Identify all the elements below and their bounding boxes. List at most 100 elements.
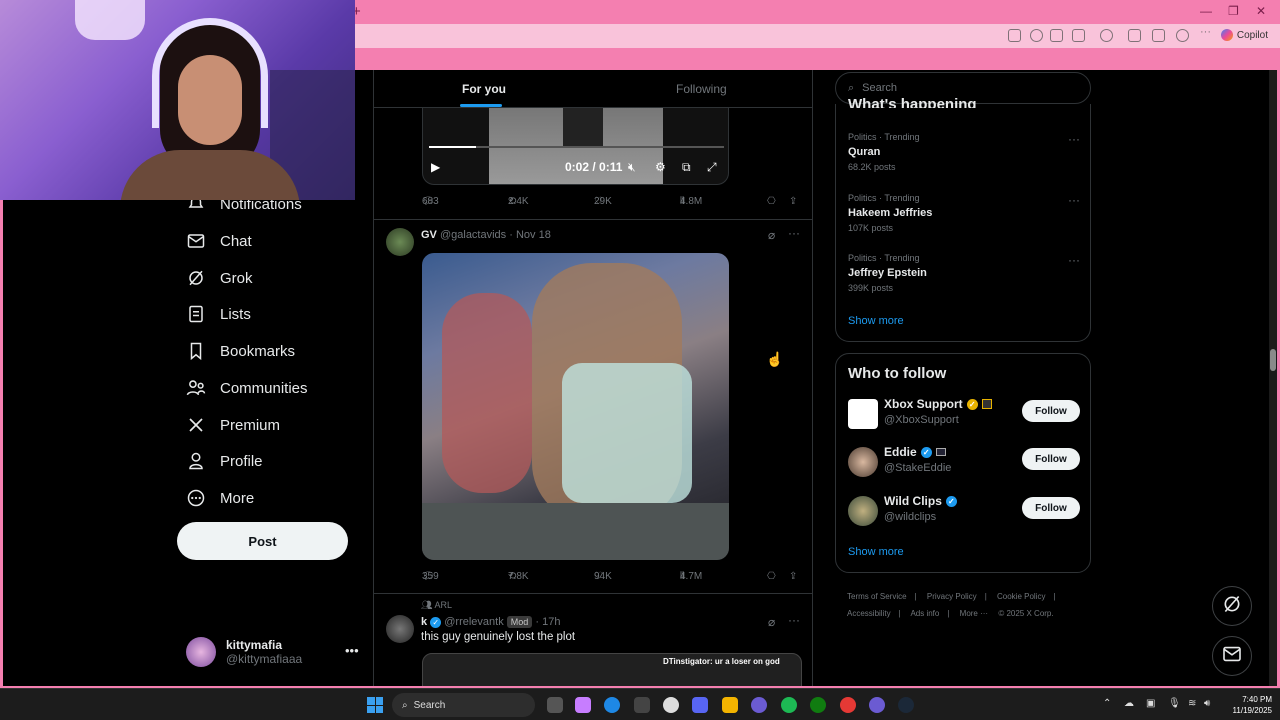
footer-link-more[interactable]: More ··· xyxy=(960,609,988,618)
copilot-button[interactable]: Copilot xyxy=(1220,29,1268,41)
close-window-button[interactable]: ✕ xyxy=(1256,4,1266,18)
tweet-date[interactable]: · Nov 18 xyxy=(509,229,551,241)
more-icon[interactable]: ··· xyxy=(788,226,800,240)
grok-icon[interactable]: ⌀ xyxy=(768,228,775,242)
trend-item[interactable]: Politics · Trending Hakeem Jeffries 107K… xyxy=(848,193,932,233)
share-icon[interactable]: ⇪ xyxy=(789,196,797,207)
favorite-star-icon[interactable] xyxy=(1072,29,1085,42)
video-player[interactable]: ▶ 0:02 / 0:11 🔇︎ ⚙ ⧉ ⤢ xyxy=(422,108,729,185)
tab-following[interactable]: Following xyxy=(676,82,727,96)
author-name[interactable]: k xyxy=(421,616,427,628)
author-handle[interactable]: @rrelevantk xyxy=(444,616,503,628)
app-icon[interactable] xyxy=(869,697,885,713)
nav-lists[interactable]: Lists xyxy=(186,299,251,329)
account-switcher[interactable]: kittymafia @kittymafiaaa xyxy=(186,637,302,667)
read-aloud-icon[interactable] xyxy=(1050,29,1063,42)
xbox-icon[interactable] xyxy=(810,697,826,713)
chevron-up-icon[interactable]: ⌃ xyxy=(1103,698,1111,709)
show-more-link[interactable]: Show more xyxy=(848,315,904,327)
trend-more-icon[interactable]: ··· xyxy=(1068,253,1080,267)
mic-icon[interactable]: 🎙︎ xyxy=(1168,698,1181,709)
trend-more-icon[interactable]: ··· xyxy=(1068,193,1080,207)
messages-fab[interactable] xyxy=(1212,636,1252,676)
show-more-link[interactable]: Show more xyxy=(848,546,904,558)
zoom-icon[interactable] xyxy=(1030,29,1043,42)
grok-fab[interactable] xyxy=(1212,586,1252,626)
account-more-icon[interactable]: ••• xyxy=(345,643,359,658)
app-tray-icon[interactable]: ▣ xyxy=(1146,698,1155,709)
author-handle[interactable]: @galactavids xyxy=(440,229,506,241)
file-explorer-icon[interactable] xyxy=(722,697,738,713)
footer-link-terms[interactable]: Terms of Service xyxy=(847,592,907,601)
footer-separator: | xyxy=(984,592,987,601)
follow-suggestion[interactable]: Xbox Support ✓ @XboxSupport Follow xyxy=(848,397,1082,433)
scrollbar[interactable] xyxy=(1269,70,1277,686)
follow-suggestion[interactable]: Eddie ✓ @StakeEddie Follow xyxy=(848,445,1082,481)
footer-link-privacy[interactable]: Privacy Policy xyxy=(927,592,977,601)
store-icon[interactable] xyxy=(634,697,650,713)
post-button[interactable]: Post xyxy=(177,522,348,560)
spotify-icon[interactable] xyxy=(781,697,797,713)
refresh-icon[interactable] xyxy=(1100,29,1113,42)
footer-link-ads[interactable]: Ads info xyxy=(910,609,939,618)
taskbar-search[interactable]: ⌕ Search xyxy=(392,693,535,717)
bookmark-icon[interactable]: ⎔ xyxy=(767,571,776,582)
steam-icon[interactable] xyxy=(898,697,914,713)
app-icon[interactable] xyxy=(1008,29,1021,42)
trend-item[interactable]: Politics · Trending Jeffrey Epstein 399K… xyxy=(848,253,927,293)
windows-start-icon[interactable] xyxy=(367,697,383,713)
tweet-media[interactable]: DTinstigator: ur a loser on god xyxy=(422,653,802,686)
avatar[interactable] xyxy=(386,228,414,256)
tweet-date[interactable]: · 17h xyxy=(535,616,560,628)
nav-profile[interactable]: Profile xyxy=(186,446,263,476)
follow-button[interactable]: Follow xyxy=(1022,497,1080,519)
trend-item[interactable]: Politics · Trending Quran 68.2K posts xyxy=(848,132,920,172)
nav-bookmarks[interactable]: Bookmarks xyxy=(186,336,295,366)
tweet-media[interactable] xyxy=(422,253,729,560)
extensions-icon[interactable] xyxy=(1128,29,1141,42)
gear-icon[interactable]: ⚙ xyxy=(655,160,666,174)
app-icon[interactable] xyxy=(663,697,679,713)
collections-icon[interactable] xyxy=(1152,29,1165,42)
profile-icon[interactable] xyxy=(1176,29,1189,42)
nav-grok[interactable]: Grok xyxy=(186,263,253,293)
video-progress-bar[interactable] xyxy=(429,146,724,148)
edge-icon[interactable] xyxy=(604,697,620,713)
follow-suggestion[interactable]: Wild Clips ✓ @wildclips Follow xyxy=(848,494,1082,530)
maximize-button[interactable]: ❐ xyxy=(1228,4,1239,18)
minimize-button[interactable]: — xyxy=(1200,4,1212,18)
settings-more-icon[interactable]: ··· xyxy=(1200,26,1213,39)
community-context[interactable]: 👥︎ ARL xyxy=(421,600,452,611)
trend-more-icon[interactable]: ··· xyxy=(1068,132,1080,146)
nav-premium[interactable]: Premium xyxy=(186,410,280,440)
share-icon[interactable]: ⇪ xyxy=(789,571,797,582)
scrollbar-thumb[interactable] xyxy=(1270,349,1276,371)
trend-name: Hakeem Jeffries xyxy=(848,207,933,219)
fullscreen-icon[interactable]: ⤢ xyxy=(707,160,717,175)
grok-icon[interactable]: ⌀ xyxy=(768,615,775,629)
follow-button[interactable]: Follow xyxy=(1022,448,1080,470)
taskbar-clock[interactable]: 7:40 PM 11/19/2025 xyxy=(1222,694,1272,716)
footer-link-cookies[interactable]: Cookie Policy xyxy=(997,592,1045,601)
avatar[interactable] xyxy=(386,615,414,643)
bookmark-icon[interactable]: ⎔ xyxy=(767,196,776,207)
task-view-icon[interactable] xyxy=(547,697,563,713)
nav-communities[interactable]: Communities xyxy=(186,373,308,403)
discord-icon[interactable] xyxy=(692,697,708,713)
app-icon[interactable] xyxy=(575,697,591,713)
play-icon[interactable]: ▶ xyxy=(431,160,440,174)
nav-more[interactable]: More xyxy=(186,483,254,513)
footer-link-accessibility[interactable]: Accessibility xyxy=(847,609,891,618)
nav-chat[interactable]: Chat xyxy=(186,226,252,256)
wifi-icon[interactable]: ≋ xyxy=(1188,698,1196,709)
app-icon[interactable] xyxy=(840,697,856,713)
tab-for-you[interactable]: For you xyxy=(462,82,506,96)
volume-icon[interactable]: 🔊︎ xyxy=(1204,698,1210,709)
cloud-icon[interactable]: ☁ xyxy=(1124,698,1134,709)
pip-icon[interactable]: ⧉ xyxy=(682,160,691,175)
author-name[interactable]: GV xyxy=(421,229,437,241)
app-icon[interactable] xyxy=(751,697,767,713)
more-icon[interactable]: ··· xyxy=(788,613,800,627)
follow-button[interactable]: Follow xyxy=(1022,400,1080,422)
mute-icon[interactable]: 🔇︎ xyxy=(628,160,636,175)
